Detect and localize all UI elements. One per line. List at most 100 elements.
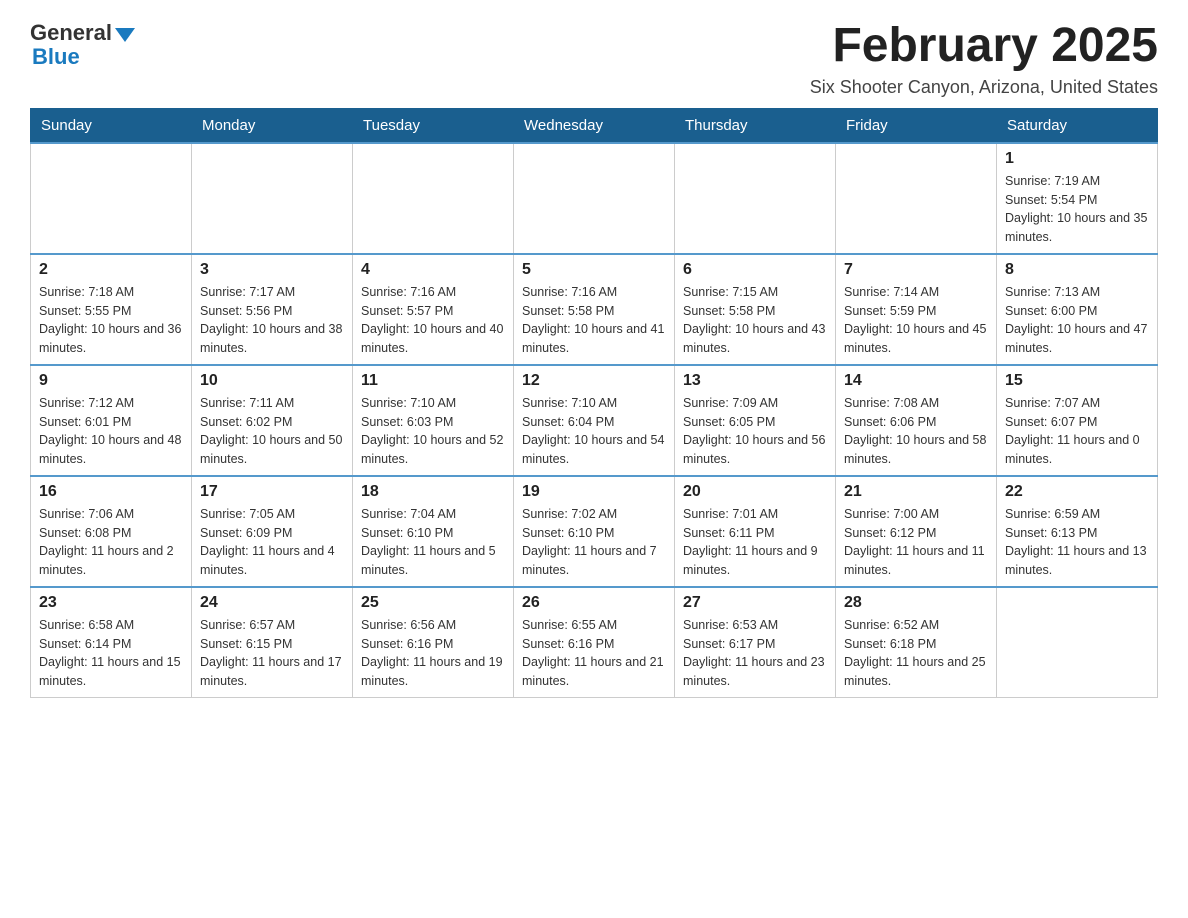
logo-arrow-icon xyxy=(115,28,135,42)
calendar-cell: 13Sunrise: 7:09 AMSunset: 6:05 PMDayligh… xyxy=(675,365,836,476)
day-number: 19 xyxy=(522,483,666,501)
calendar-header-sunday: Sunday xyxy=(31,108,192,143)
calendar-week-row: 2 Sunrise: 7:18 AMSunset: 5:55 PMDaylight… xyxy=(31,254,1158,365)
calendar-cell: 25 Sunrise: 6:56 AMSunset: 6:16 PMDayligh… xyxy=(353,587,514,698)
calendar-cell: 21 Sunrise: 7:00 AMSunset: 6:12 PMDayligh… xyxy=(836,476,997,587)
day-number: 1 xyxy=(1005,150,1149,168)
day-number: 3 xyxy=(200,261,344,279)
day-info: Sunrise: 7:06 AMSunset: 6:08 PMDaylight:… xyxy=(39,505,183,580)
calendar-week-row: 1 Sunrise: 7:19 AMSunset: 5:54 PMDaylight… xyxy=(31,143,1158,254)
day-info: Sunrise: 7:16 AMSunset: 5:57 PMDaylight:… xyxy=(361,283,505,358)
month-title: February 2025 xyxy=(810,20,1158,73)
calendar-cell: 7 Sunrise: 7:14 AMSunset: 5:59 PMDaylight… xyxy=(836,254,997,365)
day-number: 11 xyxy=(361,372,505,390)
day-info: Sunrise: 7:13 AMSunset: 6:00 PMDaylight:… xyxy=(1005,283,1149,358)
calendar-cell xyxy=(675,143,836,254)
calendar-cell: 4 Sunrise: 7:16 AMSunset: 5:57 PMDaylight… xyxy=(353,254,514,365)
calendar-cell: 19 Sunrise: 7:02 AMSunset: 6:10 PMDayligh… xyxy=(514,476,675,587)
day-info: Sunrise: 7:02 AMSunset: 6:10 PMDaylight:… xyxy=(522,505,666,580)
day-info: Sunrise: 7:16 AMSunset: 5:58 PMDaylight:… xyxy=(522,283,666,358)
day-number: 12 xyxy=(522,372,666,390)
day-number: 7 xyxy=(844,261,988,279)
calendar-cell: 9 Sunrise: 7:12 AMSunset: 6:01 PMDaylight… xyxy=(31,365,192,476)
day-info: Sunrise: 6:57 AMSunset: 6:15 PMDaylight:… xyxy=(200,616,344,691)
calendar-cell xyxy=(514,143,675,254)
day-number: 10 xyxy=(200,372,344,390)
day-number: 27 xyxy=(683,594,827,612)
day-number: 9 xyxy=(39,372,183,390)
day-number: 14 xyxy=(844,372,988,390)
day-info: Sunrise: 7:15 AMSunset: 5:58 PMDaylight:… xyxy=(683,283,827,358)
calendar-cell xyxy=(192,143,353,254)
day-info: Sunrise: 7:19 AMSunset: 5:54 PMDaylight:… xyxy=(1005,172,1149,247)
day-number: 28 xyxy=(844,594,988,612)
day-number: 21 xyxy=(844,483,988,501)
calendar-week-row: 16 Sunrise: 7:06 AMSunset: 6:08 PMDayligh… xyxy=(31,476,1158,587)
day-info: Sunrise: 6:58 AMSunset: 6:14 PMDaylight:… xyxy=(39,616,183,691)
day-number: 4 xyxy=(361,261,505,279)
calendar-week-row: 23 Sunrise: 6:58 AMSunset: 6:14 PMDayligh… xyxy=(31,587,1158,698)
day-info: Sunrise: 6:56 AMSunset: 6:16 PMDaylight:… xyxy=(361,616,505,691)
calendar-header-wednesday: Wednesday xyxy=(514,108,675,143)
calendar-cell: 15 Sunrise: 7:07 AMSunset: 6:07 PMDayligh… xyxy=(997,365,1158,476)
calendar-cell: 2 Sunrise: 7:18 AMSunset: 5:55 PMDaylight… xyxy=(31,254,192,365)
calendar-cell: 20Sunrise: 7:01 AMSunset: 6:11 PMDayligh… xyxy=(675,476,836,587)
day-info: Sunrise: 6:52 AMSunset: 6:18 PMDaylight:… xyxy=(844,616,988,691)
day-info: Sunrise: 7:17 AMSunset: 5:56 PMDaylight:… xyxy=(200,283,344,358)
calendar-cell: 8 Sunrise: 7:13 AMSunset: 6:00 PMDaylight… xyxy=(997,254,1158,365)
calendar-cell: 11Sunrise: 7:10 AMSunset: 6:03 PMDayligh… xyxy=(353,365,514,476)
day-info: Sunrise: 6:55 AMSunset: 6:16 PMDaylight:… xyxy=(522,616,666,691)
day-number: 15 xyxy=(1005,372,1149,390)
calendar-header-row: SundayMondayTuesdayWednesdayThursdayFrid… xyxy=(31,108,1158,143)
day-number: 23 xyxy=(39,594,183,612)
day-info: Sunrise: 7:08 AMSunset: 6:06 PMDaylight:… xyxy=(844,394,988,469)
day-number: 8 xyxy=(1005,261,1149,279)
calendar-cell xyxy=(997,587,1158,698)
day-info: Sunrise: 7:11 AMSunset: 6:02 PMDaylight:… xyxy=(200,394,344,469)
calendar-header-tuesday: Tuesday xyxy=(353,108,514,143)
calendar-cell: 26 Sunrise: 6:55 AMSunset: 6:16 PMDayligh… xyxy=(514,587,675,698)
day-info: Sunrise: 6:53 AMSunset: 6:17 PMDaylight:… xyxy=(683,616,827,691)
calendar-cell: 17 Sunrise: 7:05 AMSunset: 6:09 PMDayligh… xyxy=(192,476,353,587)
day-number: 5 xyxy=(522,261,666,279)
calendar-header-monday: Monday xyxy=(192,108,353,143)
calendar-cell: 28 Sunrise: 6:52 AMSunset: 6:18 PMDayligh… xyxy=(836,587,997,698)
day-number: 22 xyxy=(1005,483,1149,501)
calendar-cell: 6 Sunrise: 7:15 AMSunset: 5:58 PMDaylight… xyxy=(675,254,836,365)
day-info: Sunrise: 7:12 AMSunset: 6:01 PMDaylight:… xyxy=(39,394,183,469)
calendar-cell: 22 Sunrise: 6:59 AMSunset: 6:13 PMDayligh… xyxy=(997,476,1158,587)
page-header: General Blue February 2025 Six Shooter C… xyxy=(30,20,1158,98)
day-number: 6 xyxy=(683,261,827,279)
day-info: Sunrise: 7:18 AMSunset: 5:55 PMDaylight:… xyxy=(39,283,183,358)
location: Six Shooter Canyon, Arizona, United Stat… xyxy=(810,77,1158,98)
logo: General Blue xyxy=(30,20,135,70)
day-info: Sunrise: 7:14 AMSunset: 5:59 PMDaylight:… xyxy=(844,283,988,358)
title-section: February 2025 Six Shooter Canyon, Arizon… xyxy=(810,20,1158,98)
logo-blue-text: Blue xyxy=(30,44,80,70)
calendar-cell: 18 Sunrise: 7:04 AMSunset: 6:10 PMDayligh… xyxy=(353,476,514,587)
calendar-cell: 3 Sunrise: 7:17 AMSunset: 5:56 PMDaylight… xyxy=(192,254,353,365)
day-number: 17 xyxy=(200,483,344,501)
calendar-cell xyxy=(353,143,514,254)
calendar-header-saturday: Saturday xyxy=(997,108,1158,143)
calendar-cell xyxy=(836,143,997,254)
calendar-cell: 10 Sunrise: 7:11 AMSunset: 6:02 PMDayligh… xyxy=(192,365,353,476)
day-number: 16 xyxy=(39,483,183,501)
calendar-cell: 23 Sunrise: 6:58 AMSunset: 6:14 PMDayligh… xyxy=(31,587,192,698)
day-info: Sunrise: 7:00 AMSunset: 6:12 PMDaylight:… xyxy=(844,505,988,580)
day-info: Sunrise: 7:05 AMSunset: 6:09 PMDaylight:… xyxy=(200,505,344,580)
day-number: 2 xyxy=(39,261,183,279)
day-info: Sunrise: 7:01 AMSunset: 6:11 PMDaylight:… xyxy=(683,505,827,580)
day-info: Sunrise: 7:04 AMSunset: 6:10 PMDaylight:… xyxy=(361,505,505,580)
day-info: Sunrise: 6:59 AMSunset: 6:13 PMDaylight:… xyxy=(1005,505,1149,580)
logo-general-text: General xyxy=(30,20,112,46)
day-info: Sunrise: 7:07 AMSunset: 6:07 PMDaylight:… xyxy=(1005,394,1149,469)
calendar-table: SundayMondayTuesdayWednesdayThursdayFrid… xyxy=(30,108,1158,698)
calendar-cell: 5 Sunrise: 7:16 AMSunset: 5:58 PMDaylight… xyxy=(514,254,675,365)
day-number: 18 xyxy=(361,483,505,501)
calendar-week-row: 9 Sunrise: 7:12 AMSunset: 6:01 PMDaylight… xyxy=(31,365,1158,476)
day-number: 26 xyxy=(522,594,666,612)
calendar-cell: 16 Sunrise: 7:06 AMSunset: 6:08 PMDayligh… xyxy=(31,476,192,587)
day-number: 25 xyxy=(361,594,505,612)
calendar-cell: 14 Sunrise: 7:08 AMSunset: 6:06 PMDayligh… xyxy=(836,365,997,476)
